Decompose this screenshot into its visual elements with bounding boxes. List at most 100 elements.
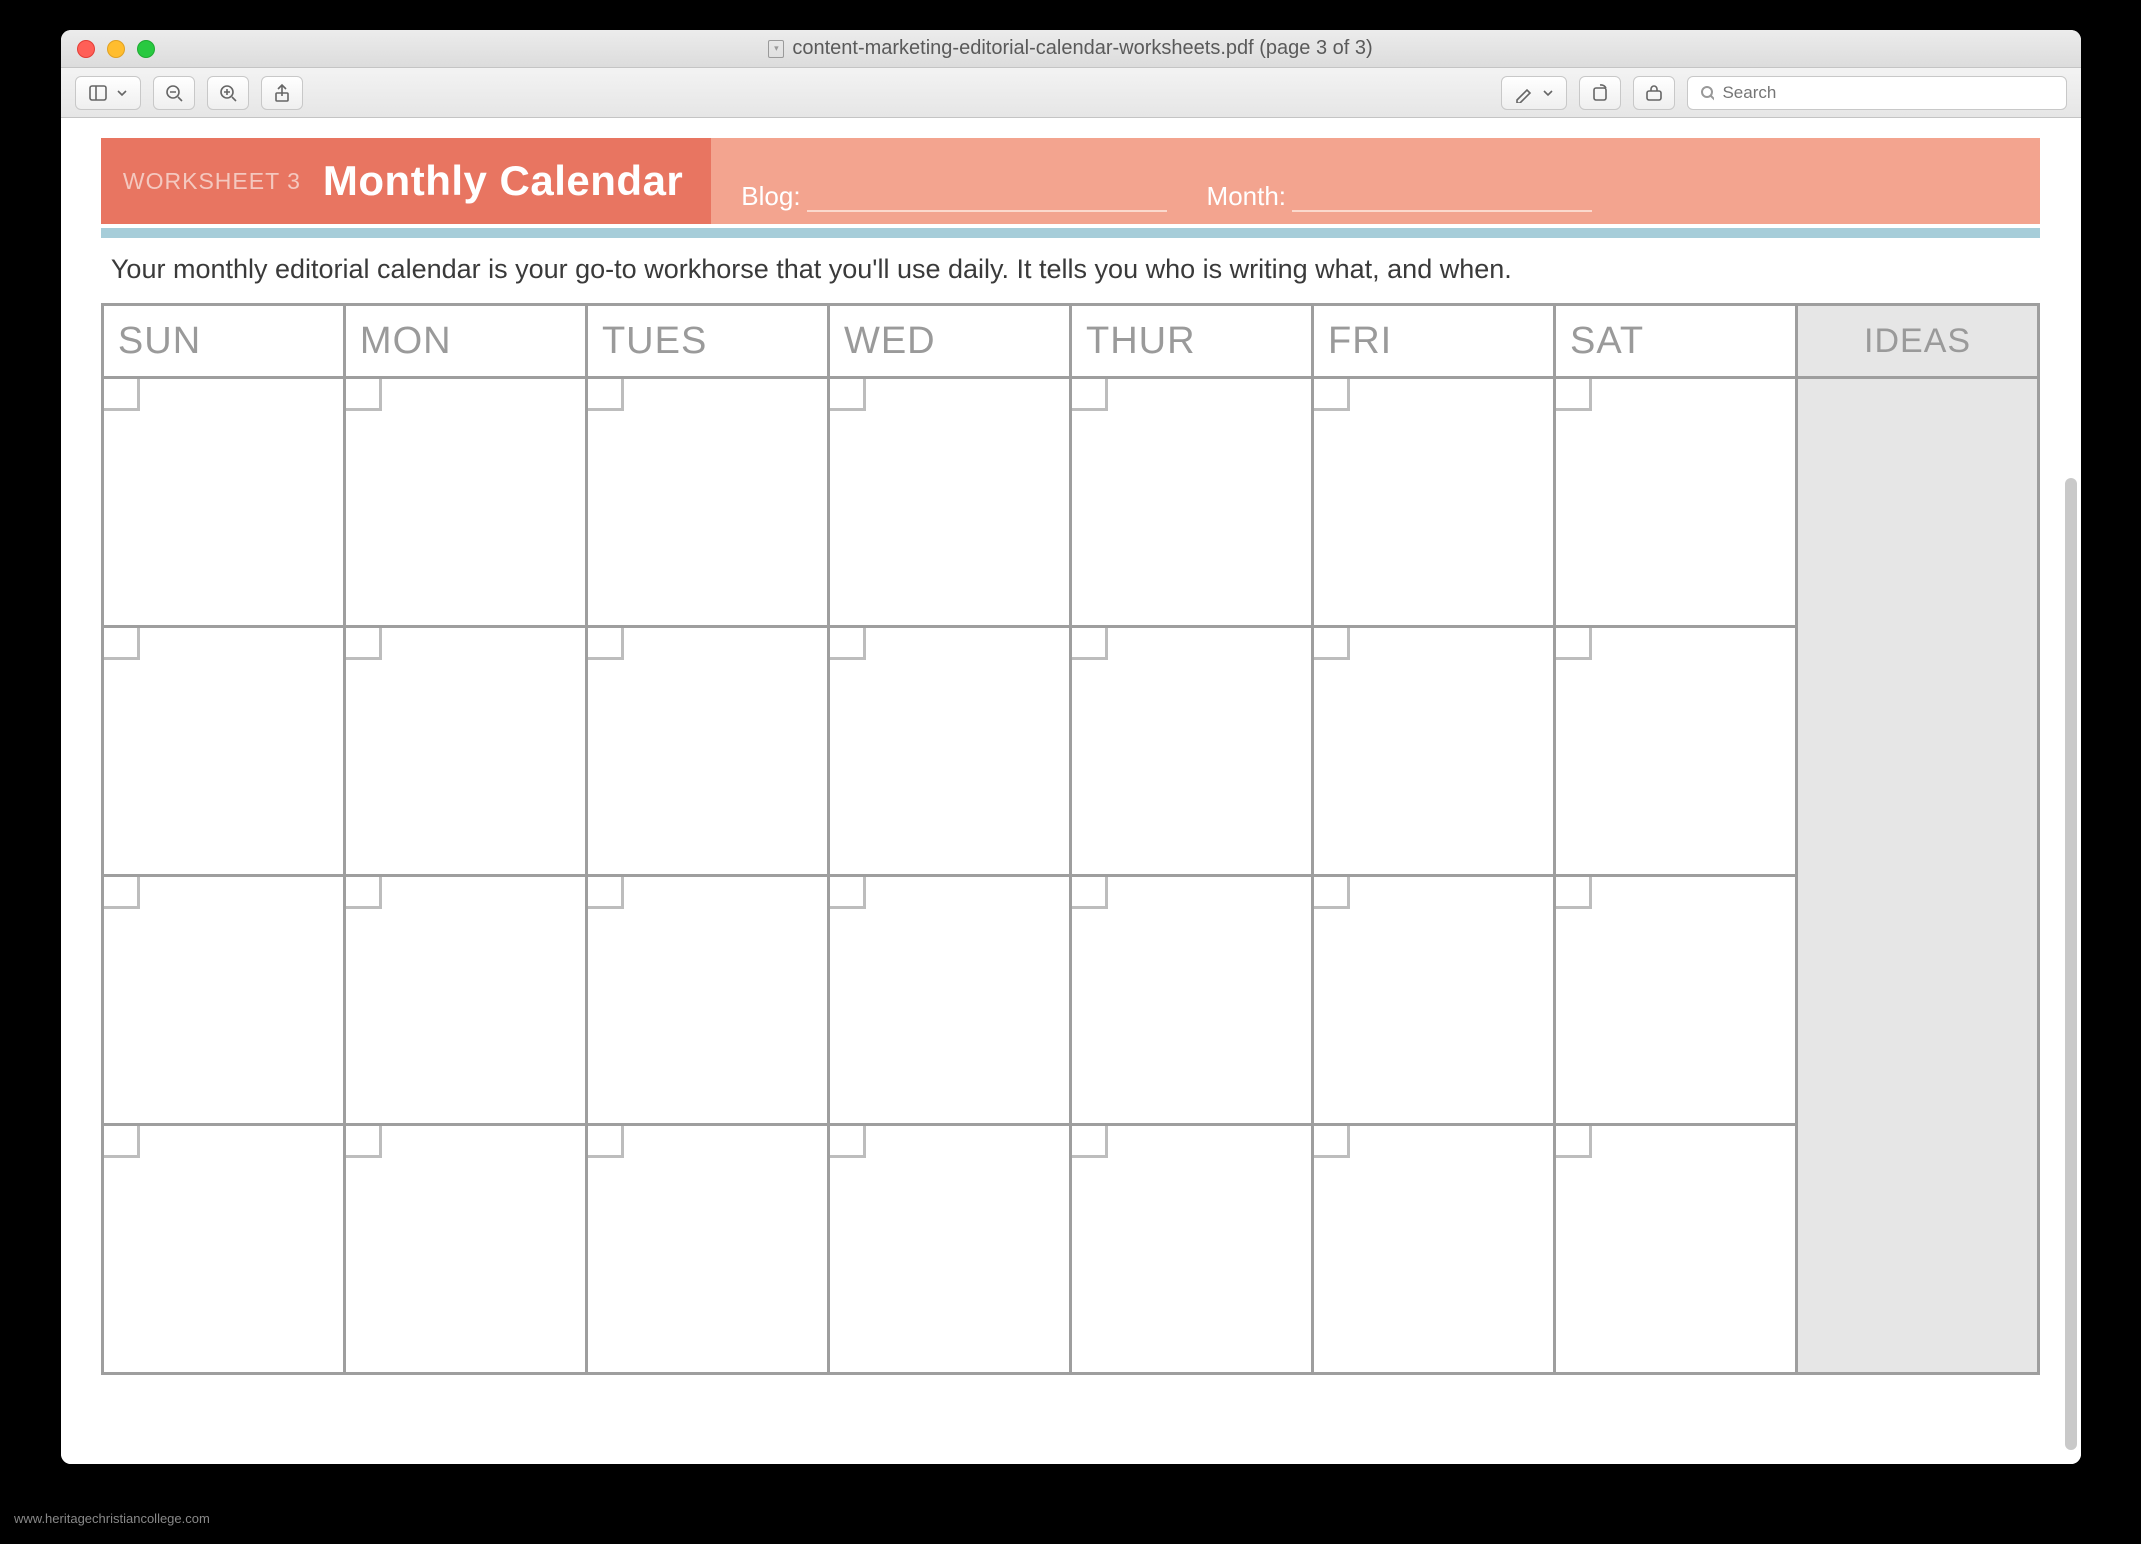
banner-right: Blog: Month:: [711, 138, 2040, 224]
calendar-day-cell: [346, 379, 585, 625]
chevron-down-icon: [116, 87, 128, 99]
calendar-day-cell: [588, 628, 827, 874]
calendar-day-cell: [104, 379, 343, 625]
document-viewport[interactable]: WORKSHEET 3 Monthly Calendar Blog: Month…: [61, 118, 2081, 1464]
window-controls: [61, 40, 155, 58]
date-box: [104, 1126, 140, 1158]
blog-field: Blog:: [741, 181, 1166, 212]
date-box: [588, 379, 624, 411]
calendar-day-cell: [830, 379, 1069, 625]
calendar-day-cell: [1556, 379, 1795, 625]
blog-line: [807, 210, 1167, 212]
weekday-header: SAT: [1556, 306, 1795, 376]
toolbar: [61, 68, 2081, 118]
share-button[interactable]: [261, 76, 303, 110]
calendar-day-cell: [830, 1126, 1069, 1372]
date-box: [346, 628, 382, 660]
calendar-day-cell: [1072, 877, 1311, 1123]
calendar-day-cell: [104, 628, 343, 874]
date-box: [588, 1126, 624, 1158]
titlebar: ▾ content-marketing-editorial-calendar-w…: [61, 30, 2081, 68]
weekday-header: THUR: [1072, 306, 1311, 376]
pen-icon: [1514, 83, 1534, 103]
calendar-grid: SUNMONTUESWEDTHURFRISATIDEAS: [101, 303, 2040, 1375]
calendar-day-cell: [1314, 1126, 1553, 1372]
date-box: [1556, 1126, 1592, 1158]
search-input[interactable]: [1722, 83, 2053, 103]
date-box: [588, 877, 624, 909]
date-box: [104, 379, 140, 411]
date-box: [1314, 628, 1350, 660]
date-box: [830, 379, 866, 411]
calendar-day-cell: [1314, 877, 1553, 1123]
annotate-button[interactable]: [1501, 76, 1567, 110]
window-title-text: content-marketing-editorial-calendar-wor…: [792, 37, 1372, 60]
date-box: [830, 628, 866, 660]
calendar-day-cell: [1072, 1126, 1311, 1372]
sidebar-toggle-button[interactable]: [75, 76, 141, 110]
markup-button[interactable]: [1633, 76, 1675, 110]
vertical-scrollbar[interactable]: [2065, 478, 2077, 1450]
weekday-header: TUES: [588, 306, 827, 376]
date-box: [1314, 1126, 1350, 1158]
month-field: Month:: [1207, 181, 1593, 212]
calendar-day-cell: [588, 379, 827, 625]
sidebar-icon: [88, 83, 108, 103]
chevron-down-icon: [1542, 87, 1554, 99]
app-window: ▾ content-marketing-editorial-calendar-w…: [61, 30, 2081, 1464]
date-box: [1072, 1126, 1108, 1158]
calendar-day-cell: [104, 877, 343, 1123]
accent-bar: [101, 228, 2040, 238]
date-box: [1556, 379, 1592, 411]
date-box: [1314, 877, 1350, 909]
date-box: [830, 1126, 866, 1158]
worksheet-label: WORKSHEET 3: [123, 168, 301, 195]
banner-left: WORKSHEET 3 Monthly Calendar: [101, 138, 711, 224]
share-icon: [272, 83, 292, 103]
calendar-day-cell: [346, 877, 585, 1123]
zoom-out-icon: [164, 83, 184, 103]
date-box: [104, 877, 140, 909]
worksheet-banner: WORKSHEET 3 Monthly Calendar Blog: Month…: [101, 138, 2040, 224]
month-line: [1292, 210, 1592, 212]
zoom-window-button[interactable]: [137, 40, 155, 58]
zoom-out-button[interactable]: [153, 76, 195, 110]
minimize-window-button[interactable]: [107, 40, 125, 58]
search-field[interactable]: [1687, 76, 2067, 110]
toolbox-icon: [1644, 83, 1664, 103]
calendar-day-cell: [346, 1126, 585, 1372]
calendar-day-cell: [588, 1126, 827, 1372]
calendar-day-cell: [1072, 379, 1311, 625]
zoom-in-icon: [218, 83, 238, 103]
intro-text: Your monthly editorial calendar is your …: [101, 238, 2040, 303]
weekday-header: FRI: [1314, 306, 1553, 376]
calendar-day-cell: [1556, 628, 1795, 874]
date-box: [104, 628, 140, 660]
date-box: [830, 877, 866, 909]
weekday-header: MON: [346, 306, 585, 376]
rotate-icon: [1590, 83, 1610, 103]
calendar-day-cell: [346, 628, 585, 874]
date-box: [1556, 628, 1592, 660]
worksheet-title: Monthly Calendar: [323, 157, 683, 205]
calendar-day-cell: [104, 1126, 343, 1372]
calendar-day-cell: [1314, 628, 1553, 874]
calendar-day-cell: [1314, 379, 1553, 625]
search-icon: [1700, 85, 1715, 101]
rotate-button[interactable]: [1579, 76, 1621, 110]
date-box: [1072, 877, 1108, 909]
weekday-header: WED: [830, 306, 1069, 376]
weekday-header: SUN: [104, 306, 343, 376]
ideas-column: [1798, 379, 2037, 1372]
calendar-day-cell: [1072, 628, 1311, 874]
ideas-header: IDEAS: [1798, 306, 2037, 376]
calendar-day-cell: [830, 628, 1069, 874]
zoom-in-button[interactable]: [207, 76, 249, 110]
date-box: [1556, 877, 1592, 909]
close-window-button[interactable]: [77, 40, 95, 58]
calendar-day-cell: [830, 877, 1069, 1123]
window-title: ▾ content-marketing-editorial-calendar-w…: [61, 37, 2081, 60]
date-box: [346, 379, 382, 411]
month-label: Month:: [1207, 181, 1287, 212]
date-box: [588, 628, 624, 660]
